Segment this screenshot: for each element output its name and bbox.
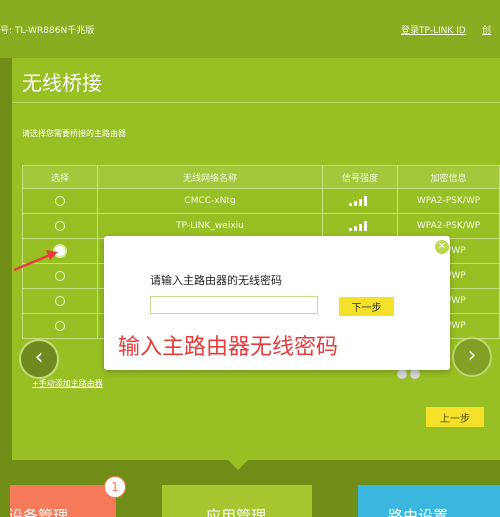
- page-dot[interactable]: [397, 368, 407, 379]
- signal-strength-icon: [349, 220, 371, 231]
- select-radio[interactable]: [55, 220, 65, 231]
- instruction-annotation: 输入主路由器无线密码: [118, 335, 339, 360]
- ssid-cell: CMCC-xNtg: [97, 188, 323, 214]
- ssid-cell: TP-LINK_weixiu: [97, 213, 323, 239]
- chevron-left-icon[interactable]: ‹: [19, 339, 59, 379]
- panel-pointer: [226, 458, 250, 470]
- bottom-nav: 设备管理 应用管理 路由设置: [0, 485, 500, 517]
- notification-badge: 1: [104, 476, 126, 498]
- page-subtitle: 请选择您需要桥接的主路由器: [22, 129, 126, 138]
- add-router-link[interactable]: +手动添加主路由器: [32, 378, 103, 389]
- next-button[interactable]: 下一步: [339, 297, 394, 316]
- table-row[interactable]: TP-LINK_weixiu WPA2-PSK/WP: [22, 213, 500, 239]
- model-name: 号: TL-WR886N千兆版: [0, 26, 95, 36]
- encryption-cell: WPA2-PSK/WP: [397, 213, 500, 239]
- header-ssid: 无线网络名称: [97, 165, 323, 189]
- select-radio[interactable]: [55, 195, 65, 206]
- header-bar: 号: TL-WR886N千兆版 登录TP-LINK ID 创: [0, 0, 500, 58]
- card-label: 设备管理: [10, 507, 69, 517]
- encryption-cell: WPA2-PSK/WP: [397, 188, 500, 214]
- header-encryption: 加密信息: [397, 165, 500, 189]
- table-row[interactable]: CMCC-xNtg WPA2-PSK/WP: [22, 188, 500, 214]
- page-title: 无线桥接: [22, 71, 102, 95]
- select-radio[interactable]: [55, 295, 65, 306]
- password-modal: ✕ 请输入主路由器的无线密码 下一步 输入主路由器无线密码: [104, 236, 450, 370]
- device-management-card[interactable]: 设备管理: [10, 485, 116, 517]
- header-link-truncated[interactable]: 创: [482, 23, 491, 36]
- page-dot[interactable]: [410, 368, 420, 379]
- header-select: 选择: [22, 165, 98, 189]
- select-radio[interactable]: [55, 320, 65, 331]
- card-label: 路由设置: [388, 507, 449, 517]
- card-label: 应用管理: [206, 507, 267, 517]
- close-icon[interactable]: ✕: [435, 240, 449, 254]
- password-input[interactable]: [150, 296, 318, 314]
- title-divider: [12, 102, 500, 103]
- app-management-card[interactable]: 应用管理: [162, 485, 312, 517]
- router-settings-card[interactable]: 路由设置: [358, 485, 500, 517]
- chevron-right-icon[interactable]: ›: [452, 337, 492, 377]
- table-header-row: 选择 无线网络名称 信号强度 加密信息: [22, 165, 500, 189]
- header-signal: 信号强度: [322, 165, 398, 189]
- previous-button[interactable]: 上一步: [426, 407, 484, 427]
- tplink-id-login-link[interactable]: 登录TP-LINK ID: [401, 23, 466, 36]
- pointer-arrow-icon: [13, 250, 58, 272]
- signal-strength-icon: [349, 195, 371, 206]
- password-prompt-label: 请输入主路由器的无线密码: [150, 274, 282, 287]
